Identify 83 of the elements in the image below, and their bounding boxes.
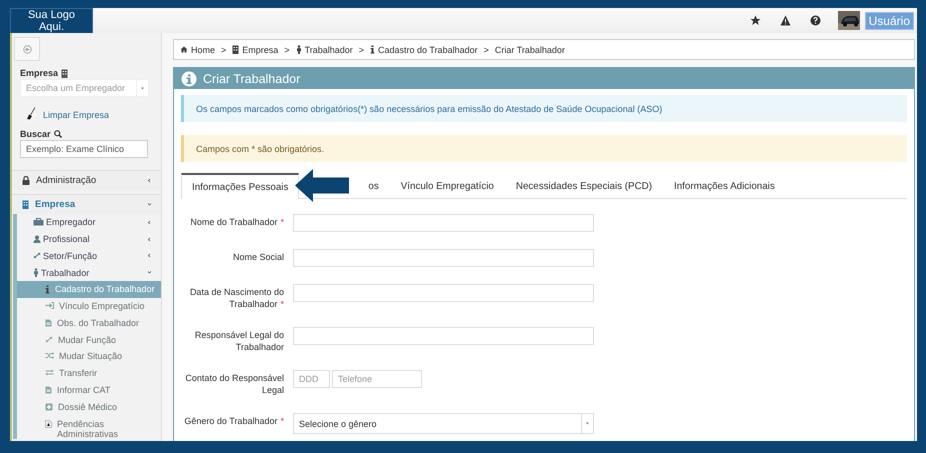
star-icon[interactable]: [750, 15, 761, 26]
field-label: Responsável Legal do Trabalhador: [194, 329, 284, 353]
transfer-icon: [45, 369, 54, 376]
tab[interactable]: Informações Adicionais: [663, 173, 786, 199]
info-alert: Os campos marcados como obrigatórios(*) são necessários para emissão do Atestado de Saúde Ocupacional (ASO): [181, 95, 907, 122]
breadcrumb-link[interactable]: Cadastro do Trabalhador: [378, 44, 478, 54]
panel-title: Criar Trabalhador: [203, 72, 300, 86]
submenu-item[interactable]: Informar CAT: [17, 382, 161, 399]
gender-select[interactable]: Selecione o gênero: [293, 413, 594, 434]
briefcase-icon: [33, 218, 44, 226]
breadcrumb-separator: >: [221, 44, 226, 54]
field-label: Data de Nascimento do Trabalhador *: [188, 286, 284, 310]
chevron-down-icon: [146, 269, 153, 276]
text-field[interactable]: [293, 249, 594, 267]
text-field[interactable]: [293, 327, 594, 345]
tab[interactable]: os: [357, 173, 390, 199]
building-icon: [22, 200, 29, 209]
submenu-item[interactable]: Obs. do Trabalhador: [17, 314, 161, 332]
person-icon: [296, 45, 302, 54]
text-field[interactable]: [293, 214, 594, 232]
submenu-item[interactable]: Pendências Administrativas: [17, 416, 161, 439]
tab[interactable]: Vínculo Empregatício: [390, 173, 505, 199]
submenu-item[interactable]: Empregador: [17, 214, 161, 231]
shuffle-icon: [45, 352, 54, 360]
diagonal-arrows-icon: [33, 252, 41, 260]
tab[interactable]: Necessidades Especiais (PCD): [504, 173, 663, 199]
breadcrumb-separator: >: [284, 44, 290, 54]
submenu-item[interactable]: Setor/Função: [17, 248, 161, 264]
field-label: Buscar: [20, 129, 51, 139]
collapse-icon[interactable]: [22, 44, 32, 54]
sign-in-icon: [45, 302, 54, 309]
chevron-left-icon: [146, 218, 153, 226]
diagonal-arrows-icon: [45, 336, 53, 343]
logo-text: Sua Logo Aqui.: [10, 8, 93, 33]
building-icon: [61, 68, 68, 78]
field-label: Contato do Responsável Legal: [184, 372, 284, 396]
lock-icon: [22, 176, 30, 185]
person-icon: [33, 268, 39, 278]
help-icon[interactable]: [810, 15, 821, 26]
user-icon: [33, 235, 41, 244]
chevron-left-icon: [146, 236, 153, 243]
caret-icon: [140, 86, 145, 90]
arrow-annotation: [295, 169, 349, 202]
building-icon: [232, 45, 240, 54]
breadcrumb-link[interactable]: Trabalhador: [304, 44, 353, 54]
submenu-item[interactable]: Profissional: [17, 230, 161, 248]
breadcrumb-separator: >: [358, 44, 364, 54]
file-icon: [45, 420, 52, 428]
warning-icon[interactable]: [780, 15, 791, 26]
clear-company-link[interactable]: Limpar Empresa: [43, 110, 110, 120]
breadcrumb-link[interactable]: Home: [191, 44, 216, 54]
tab[interactable]: Informações Pessoais: [181, 173, 300, 199]
chevron-left-icon: [146, 252, 153, 260]
info-icon: [370, 45, 376, 54]
info-icon: [45, 285, 50, 294]
document-icon: [45, 386, 52, 394]
breadcrumb-link[interactable]: Empresa: [242, 44, 278, 54]
chevron-down-icon: [146, 201, 153, 208]
submenu-item[interactable]: Transferir: [17, 365, 161, 382]
area-code-field[interactable]: DDD: [293, 370, 330, 388]
search-field[interactable]: Exemplo: Exame Clínico: [20, 140, 148, 158]
breadcrumb-separator: >: [484, 44, 489, 54]
chevron-left-icon: [146, 177, 153, 184]
field-label: Gênero do Trabalhador *: [183, 415, 284, 427]
submenu-item[interactable]: Mudar Função: [17, 332, 161, 348]
info-icon: [181, 70, 197, 86]
submenu-item[interactable]: Dossiê Médico: [17, 398, 161, 416]
field-label: Empresa: [20, 68, 58, 78]
broom-icon: [26, 107, 37, 120]
submenu-item[interactable]: Trabalhador: [17, 264, 161, 282]
caret-icon: [585, 421, 590, 426]
warning-alert: Campos com * são obrigatórios.: [181, 135, 907, 162]
document-icon: [45, 318, 52, 327]
phone-field[interactable]: Telefone: [332, 370, 422, 388]
home-icon: [180, 46, 188, 53]
text-field[interactable]: [293, 284, 594, 302]
collapse-button[interactable]: [14, 37, 40, 61]
field-label: Nome Social: [232, 251, 284, 263]
submenu-item[interactable]: Mudar Situação: [17, 348, 161, 366]
field-label: Nome do Trabalhador *: [189, 216, 284, 228]
search-icon: [54, 130, 62, 138]
medical-plus-icon: [45, 402, 53, 411]
submenu-item[interactable]: Vínculo Empregatício: [17, 298, 161, 315]
